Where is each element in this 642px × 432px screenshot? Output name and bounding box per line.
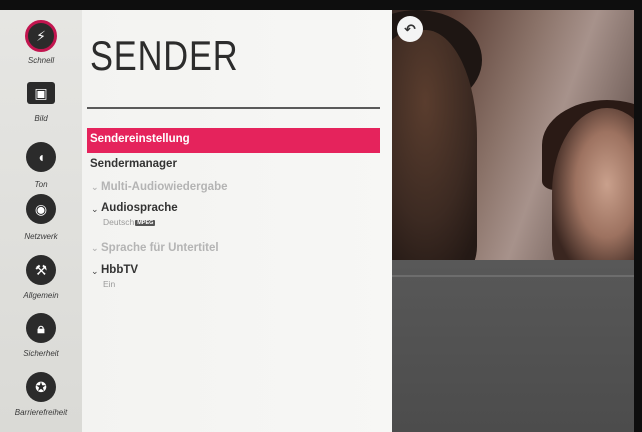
lock-icon: 🔒︎ [26,313,56,343]
menu-item-sprache-fuer-untertitel[interactable]: ⌄ Sprache für Untertitel [87,238,380,260]
screen-right-border [634,0,642,432]
chevron-down-icon: ⌄ [91,204,99,214]
menu-item-multi-audiowiedergabe[interactable]: ⌄ Multi-Audiowiedergabe [87,177,380,199]
picture-icon: ▣ [27,82,55,104]
menu-item-sendermanager[interactable]: Sendermanager [87,153,380,177]
title-divider [87,107,380,109]
audio-language-value: Deutsch [103,217,135,227]
menu-item-value: Ein [103,279,116,289]
tools-icon: ⚒ [26,255,56,285]
menu-item-sendereinstellung[interactable]: Sendereinstellung [87,128,380,153]
sidebar-item-allgemein[interactable]: ⚒ Allgemein [0,255,82,300]
sidebar-item-ton[interactable]: ◖ Ton [0,142,82,189]
menu-item-audiosprache[interactable]: ⌄ Audiosprache Deutsch MPEG [87,200,380,238]
menu-item-label: HbbTV [101,264,139,276]
page-title: SENDER [90,32,239,79]
sidebar-item-sicherheit[interactable]: 🔒︎ Sicherheit [0,313,82,358]
back-arrow-icon: ↶ [404,20,416,37]
screen-lower-area [392,260,634,432]
mpeg-badge: MPEG [135,220,156,226]
accessibility-icon: ✪ [26,372,56,402]
sidebar-item-bild[interactable]: ▣ Bild [0,82,82,123]
globe-icon: ◉ [26,194,56,224]
menu-item-hbbtv[interactable]: ⌄ HbbTV Ein [87,262,380,298]
settings-sidebar: ⚡ Schnell ▣ Bild ◖ Ton ◉ Netzwerk ⚒ Allg… [0,10,82,432]
chevron-down-icon: ⌄ [91,182,99,192]
sidebar-item-label: Schnell [27,56,55,65]
sidebar-item-schnell[interactable]: ⚡ Schnell [0,20,82,65]
menu-item-label: Multi-Audiowiedergabe [101,181,228,193]
back-button[interactable]: ↶ [397,16,423,42]
sidebar-item-label: Ton [34,180,48,189]
screen-top-border [0,0,642,10]
sidebar-item-label: Bild [34,114,48,123]
channel-settings-panel: SENDER Sendereinstellung Sendermanager ⌄… [82,10,392,432]
sidebar-item-label: Netzwerk [24,232,58,241]
sidebar-item-netzwerk[interactable]: ◉ Netzwerk [0,194,82,241]
menu-item-value: Deutsch MPEG [103,217,156,227]
menu-item-label: Sprache für Untertitel [101,242,219,254]
sound-icon: ◖ [26,142,56,172]
chevron-down-icon: ⌄ [91,243,99,253]
menu-item-label: Sendereinstellung [90,133,190,145]
live-tv-preview [392,10,634,260]
sidebar-item-label: Sicherheit [23,349,59,358]
sidebar-item-label: Allgemein [23,291,59,300]
sidebar-item-barrierefreiheit[interactable]: ✪ Barrierefreiheit [0,372,82,417]
menu-item-label: Sendermanager [90,158,177,170]
menu-item-label: Audiosprache [101,202,178,214]
sidebar-item-label: Barrierefreiheit [14,408,68,417]
chevron-down-icon: ⌄ [91,266,99,276]
lightning-icon: ⚡ [25,20,57,52]
screen-edge-line [392,275,634,277]
